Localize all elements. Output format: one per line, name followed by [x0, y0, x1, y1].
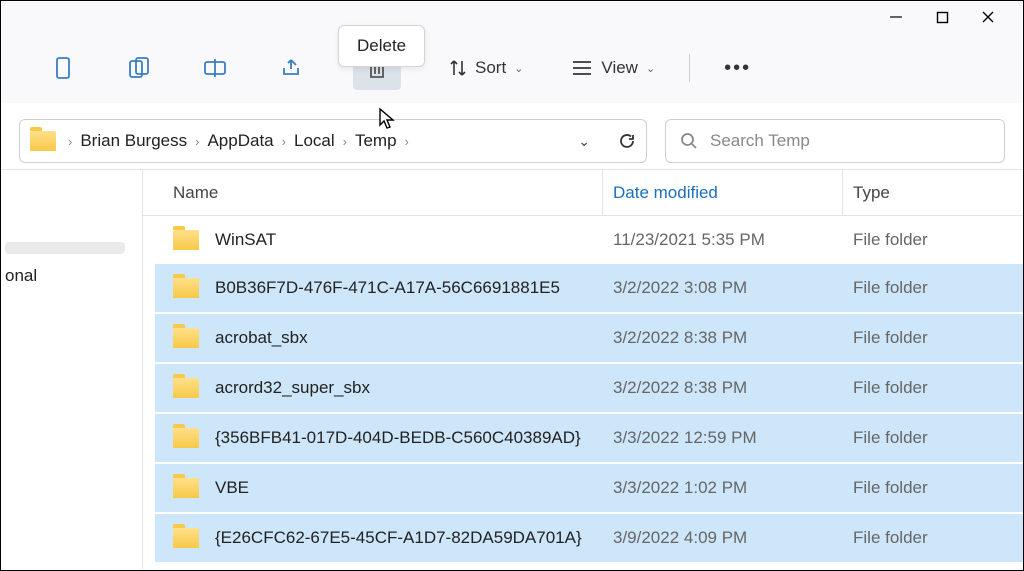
- file-name: WinSAT: [215, 230, 613, 250]
- file-type: File folder: [853, 428, 1023, 448]
- table-row[interactable]: VBE3/3/2022 1:02 PMFile folder: [155, 464, 1023, 512]
- view-label: View: [601, 58, 638, 78]
- file-name: acrobat_sbx: [215, 328, 613, 348]
- column-headers: Name ︿ Date modified Type: [143, 170, 1023, 216]
- file-date: 3/2/2022 8:38 PM: [613, 328, 853, 348]
- folder-icon: [173, 278, 199, 298]
- folder-icon: [173, 378, 199, 398]
- separator: [689, 54, 690, 82]
- refresh-icon[interactable]: [618, 132, 636, 150]
- view-button[interactable]: View ⌄: [571, 58, 655, 78]
- file-type: File folder: [853, 328, 1023, 348]
- folder-icon: [30, 131, 56, 151]
- breadcrumb-item[interactable]: Temp: [355, 131, 397, 151]
- column-type[interactable]: Type: [843, 170, 1023, 215]
- chevron-right-icon: ›: [341, 134, 349, 149]
- file-type: File folder: [853, 528, 1023, 548]
- close-button[interactable]: [965, 1, 1011, 33]
- more-button[interactable]: •••: [724, 57, 751, 80]
- file-date: 3/2/2022 3:08 PM: [613, 278, 853, 298]
- rename-icon[interactable]: [201, 54, 229, 82]
- nav-item-selected[interactable]: [5, 242, 125, 254]
- content-area: onal Name ︿ Date modified Type WinSAT11/…: [1, 170, 1023, 570]
- file-type: File folder: [853, 378, 1023, 398]
- navigation-pane[interactable]: onal: [1, 170, 143, 570]
- folder-icon: [173, 230, 199, 250]
- address-bar[interactable]: › Brian Burgess › AppData › Local › Temp…: [19, 119, 647, 163]
- copy-icon[interactable]: [125, 54, 153, 82]
- chevron-right-icon: ›: [193, 134, 201, 149]
- file-name: {356BFB41-017D-404D-BEDB-C560C40389AD}: [215, 428, 613, 448]
- view-icon: [571, 59, 593, 77]
- chevron-right-icon: ›: [403, 134, 411, 149]
- table-row[interactable]: WinSAT11/23/2021 5:35 PMFile folder: [155, 216, 1023, 264]
- chevron-right-icon: ›: [66, 134, 74, 149]
- file-list: Name ︿ Date modified Type WinSAT11/23/20…: [143, 170, 1023, 570]
- table-row[interactable]: {356BFB41-017D-404D-BEDB-C560C40389AD}3/…: [155, 414, 1023, 462]
- title-bar: [1, 1, 1023, 33]
- file-type: File folder: [853, 278, 1023, 298]
- chevron-down-icon: ⌄: [514, 62, 523, 75]
- share-icon[interactable]: [277, 54, 305, 82]
- sort-icon: [449, 58, 467, 78]
- folder-icon: [173, 428, 199, 448]
- table-row[interactable]: B0B36F7D-476F-471C-A17A-56C6691881E53/2/…: [155, 264, 1023, 312]
- chevron-right-icon: ›: [280, 134, 288, 149]
- file-date: 3/3/2022 12:59 PM: [613, 428, 853, 448]
- table-row[interactable]: acrord32_super_sbx3/2/2022 8:38 PMFile f…: [155, 364, 1023, 412]
- file-type: File folder: [853, 230, 1023, 250]
- minimize-button[interactable]: [873, 1, 919, 33]
- delete-tooltip: Delete: [338, 25, 425, 67]
- column-date-modified[interactable]: ︿ Date modified: [603, 170, 843, 215]
- file-type: File folder: [853, 478, 1023, 498]
- cut-icon[interactable]: [49, 54, 77, 82]
- sort-ascending-icon: ︿: [673, 170, 684, 172]
- nav-item[interactable]: onal: [1, 260, 142, 292]
- folder-icon: [173, 478, 199, 498]
- history-dropdown-icon[interactable]: ⌄: [578, 133, 590, 150]
- file-name: {E26CFC62-67E5-45CF-A1D7-82DA59DA701A}: [215, 528, 613, 548]
- file-rows: WinSAT11/23/2021 5:35 PMFile folderB0B36…: [143, 216, 1023, 562]
- file-explorer-window: Delete Sort ⌄ View ⌄ •••: [0, 0, 1024, 571]
- file-date: 3/9/2022 4:09 PM: [613, 528, 853, 548]
- search-box[interactable]: Search Temp: [665, 119, 1005, 163]
- sort-button[interactable]: Sort ⌄: [449, 58, 523, 78]
- cursor-icon: [378, 107, 396, 134]
- file-name: B0B36F7D-476F-471C-A17A-56C6691881E5: [215, 278, 613, 298]
- file-name: VBE: [215, 478, 613, 498]
- breadcrumb-item[interactable]: Local: [294, 131, 335, 151]
- sort-label: Sort: [475, 58, 506, 78]
- search-icon: [680, 132, 698, 150]
- nav-row: › Brian Burgess › AppData › Local › Temp…: [1, 103, 1023, 170]
- breadcrumb-item[interactable]: AppData: [207, 131, 273, 151]
- toolbar: Delete Sort ⌄ View ⌄ •••: [1, 33, 1023, 103]
- breadcrumb-item[interactable]: Brian Burgess: [80, 131, 187, 151]
- table-row[interactable]: {E26CFC62-67E5-45CF-A1D7-82DA59DA701A}3/…: [155, 514, 1023, 562]
- file-name: acrord32_super_sbx: [215, 378, 613, 398]
- file-date: 3/2/2022 8:38 PM: [613, 378, 853, 398]
- file-date: 3/3/2022 1:02 PM: [613, 478, 853, 498]
- folder-icon: [173, 528, 199, 548]
- maximize-button[interactable]: [919, 1, 965, 33]
- chevron-down-icon: ⌄: [646, 62, 655, 75]
- file-date: 11/23/2021 5:35 PM: [613, 230, 853, 250]
- table-row[interactable]: acrobat_sbx3/2/2022 8:38 PMFile folder: [155, 314, 1023, 362]
- column-name[interactable]: Name: [173, 170, 603, 215]
- folder-icon: [173, 328, 199, 348]
- search-placeholder: Search Temp: [710, 131, 810, 151]
